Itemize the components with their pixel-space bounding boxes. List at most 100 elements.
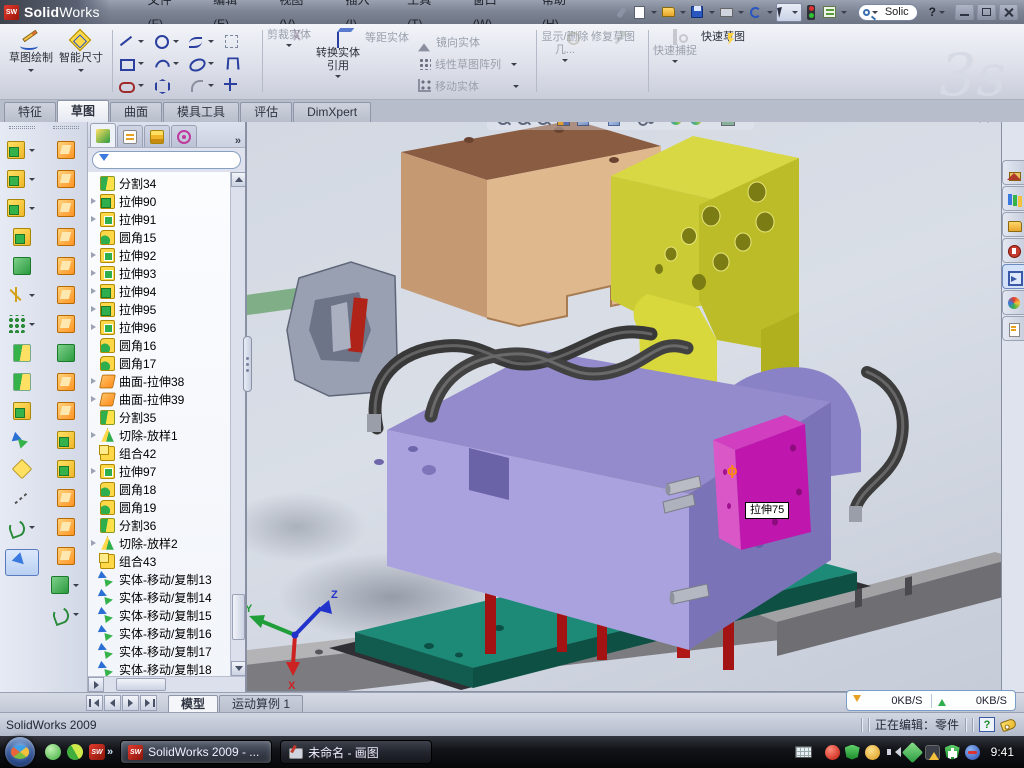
- axis-button[interactable]: [13, 483, 31, 512]
- curve-dropdown-icon[interactable]: [73, 613, 79, 619]
- document-tab-模型[interactable]: 模型: [168, 695, 218, 713]
- close-button[interactable]: [999, 4, 1018, 20]
- extruded-surface-button[interactable]: [57, 193, 75, 222]
- open-icon[interactable]: [660, 4, 677, 21]
- task-pane-tab-file-explorer[interactable]: [1002, 212, 1024, 237]
- sketch-tool-circle[interactable]: [153, 30, 188, 52]
- tree-item[interactable]: 实体-移动/复制16: [88, 624, 230, 642]
- tree-item[interactable]: 分割35: [88, 408, 230, 426]
- plane-button[interactable]: [13, 454, 31, 483]
- help-dropdown-icon[interactable]: [939, 11, 945, 17]
- open-dropdown-icon[interactable]: [680, 11, 686, 17]
- help-icon[interactable]: ?: [929, 5, 936, 19]
- display-style-button[interactable]: [606, 122, 633, 127]
- print-dropdown-icon[interactable]: [738, 11, 744, 17]
- checker-dropdown-icon[interactable]: [841, 11, 847, 17]
- linear-sketch-pattern-button[interactable]: 线性草图阵列: [418, 54, 528, 73]
- surface-fillet-button[interactable]: [57, 396, 75, 425]
- sketch-tool-arc[interactable]: [153, 52, 188, 74]
- thicken-surface-button[interactable]: [57, 367, 75, 396]
- fillet-button[interactable]: [7, 193, 37, 222]
- extruded-boss-dropdown-icon[interactable]: [29, 149, 35, 155]
- 3d-model[interactable]: ϕ Y Z X: [247, 122, 1002, 692]
- linear-pattern-dropdown-icon[interactable]: [29, 323, 35, 329]
- tree-horizontal-scrollbar[interactable]: [88, 676, 245, 692]
- previous-tab-button[interactable]: [104, 695, 121, 711]
- undo-icon[interactable]: [747, 4, 764, 21]
- convert-entities-button[interactable]: 转换实体引用: [312, 28, 364, 96]
- tree-item[interactable]: 实体-移动/复制18: [88, 660, 230, 676]
- planar-surface-button[interactable]: [57, 309, 75, 338]
- arc-dropdown-icon[interactable]: [173, 62, 179, 68]
- rapid-sketch-button[interactable]: 快速草图: [698, 28, 748, 96]
- curve-button[interactable]: [51, 599, 81, 628]
- sketch-tool-sketch-fillet[interactable]: [188, 74, 223, 96]
- boundary-surface-button[interactable]: [57, 251, 75, 280]
- graphics-viewport[interactable]: ϕ Y Z X 拉伸75: [246, 122, 1002, 692]
- messenger-quicklaunch-icon[interactable]: [45, 744, 61, 760]
- sketch-tool-ellipse[interactable]: [188, 52, 223, 74]
- previous-view-button[interactable]: [535, 122, 551, 127]
- tree-item[interactable]: 切除-放样1: [88, 426, 230, 444]
- scroll-thumb[interactable]: [116, 678, 166, 691]
- tree-item[interactable]: 拉伸93: [88, 264, 230, 282]
- extruded-cut-button[interactable]: [7, 164, 37, 193]
- task-pane-tab-view-palette[interactable]: [1002, 264, 1024, 289]
- guard-tray-icon[interactable]: [965, 745, 980, 760]
- doc-minimize-button[interactable]: [930, 122, 947, 125]
- sketch-tool-selection-box[interactable]: [223, 30, 258, 52]
- knit-surface-dropdown-icon[interactable]: [73, 584, 79, 590]
- reference-geometry-dropdown-icon[interactable]: [29, 294, 35, 300]
- task-pane-tab-solidworks-resources[interactable]: [1002, 238, 1024, 263]
- instant3d-button[interactable]: [5, 549, 39, 576]
- tree-item[interactable]: 分割36: [88, 516, 230, 534]
- helix-dropdown-icon[interactable]: [29, 526, 35, 532]
- expand-arrow-icon[interactable]: [90, 270, 100, 276]
- sketch-tool-rectangle[interactable]: [118, 52, 153, 74]
- tree-item[interactable]: 组合42: [88, 444, 230, 462]
- keyboard-layout-icon[interactable]: [795, 746, 812, 758]
- tree-item[interactable]: 切除-放样2: [88, 534, 230, 552]
- display-style-dropdown-icon[interactable]: [625, 122, 631, 124]
- knit-surface-button[interactable]: [51, 570, 81, 599]
- tree-item[interactable]: 实体-移动/复制15: [88, 606, 230, 624]
- swept-boss-button[interactable]: [13, 222, 31, 251]
- sketch-tool-spline[interactable]: [188, 30, 223, 52]
- fillet-dropdown-icon[interactable]: [29, 207, 35, 213]
- expand-arrow-icon[interactable]: [90, 252, 100, 258]
- expand-arrow-icon[interactable]: [90, 432, 100, 438]
- tree-item[interactable]: 拉伸95: [88, 300, 230, 318]
- replace-face-button[interactable]: [57, 454, 75, 483]
- tree-item[interactable]: 组合43: [88, 552, 230, 570]
- sketch-tool-line[interactable]: [118, 30, 153, 52]
- untrim-surface-button[interactable]: [57, 541, 75, 570]
- expand-arrow-icon[interactable]: [90, 288, 100, 294]
- quick-tips-icon[interactable]: ?: [979, 717, 995, 732]
- expand-arrow-icon[interactable]: [90, 378, 100, 384]
- tab-特征[interactable]: 特征: [4, 102, 56, 122]
- apply-scene-dropdown-icon[interactable]: [707, 122, 713, 124]
- task-pane-tab-home[interactable]: [1002, 160, 1024, 185]
- last-tab-button[interactable]: [140, 695, 157, 711]
- tree-item[interactable]: 圆角18: [88, 480, 230, 498]
- badge-tray-icon[interactable]: [865, 745, 880, 760]
- display-delete-relations-button[interactable]: 显示/删除几...: [540, 28, 590, 96]
- network-warning-tray-icon[interactable]: [925, 745, 940, 760]
- scroll-right-button[interactable]: [88, 677, 104, 692]
- edit-appearance-button[interactable]: [668, 122, 684, 127]
- traffic-light-icon[interactable]: [803, 4, 820, 21]
- expand-arrow-icon[interactable]: [90, 396, 100, 402]
- swept-surface-button[interactable]: [57, 135, 75, 164]
- tab-DimXpert[interactable]: DimXpert: [293, 102, 371, 122]
- undo-dropdown-icon[interactable]: [767, 11, 773, 17]
- rectangle-dropdown-icon[interactable]: [138, 62, 144, 68]
- section-view-button[interactable]: [555, 122, 571, 127]
- tree-item[interactable]: 实体-移动/复制13: [88, 570, 230, 588]
- sketch-draw-button[interactable]: 草图绘制: [6, 28, 56, 96]
- tree-vertical-scrollbar[interactable]: [230, 172, 245, 676]
- smart-dimension-button[interactable]: 智能尺寸: [56, 28, 106, 96]
- slot-dropdown-icon[interactable]: [138, 84, 144, 90]
- lofted-surface-button[interactable]: [57, 222, 75, 251]
- first-tab-button[interactable]: [86, 695, 103, 711]
- view-orientation-dropdown-icon[interactable]: [594, 122, 600, 124]
